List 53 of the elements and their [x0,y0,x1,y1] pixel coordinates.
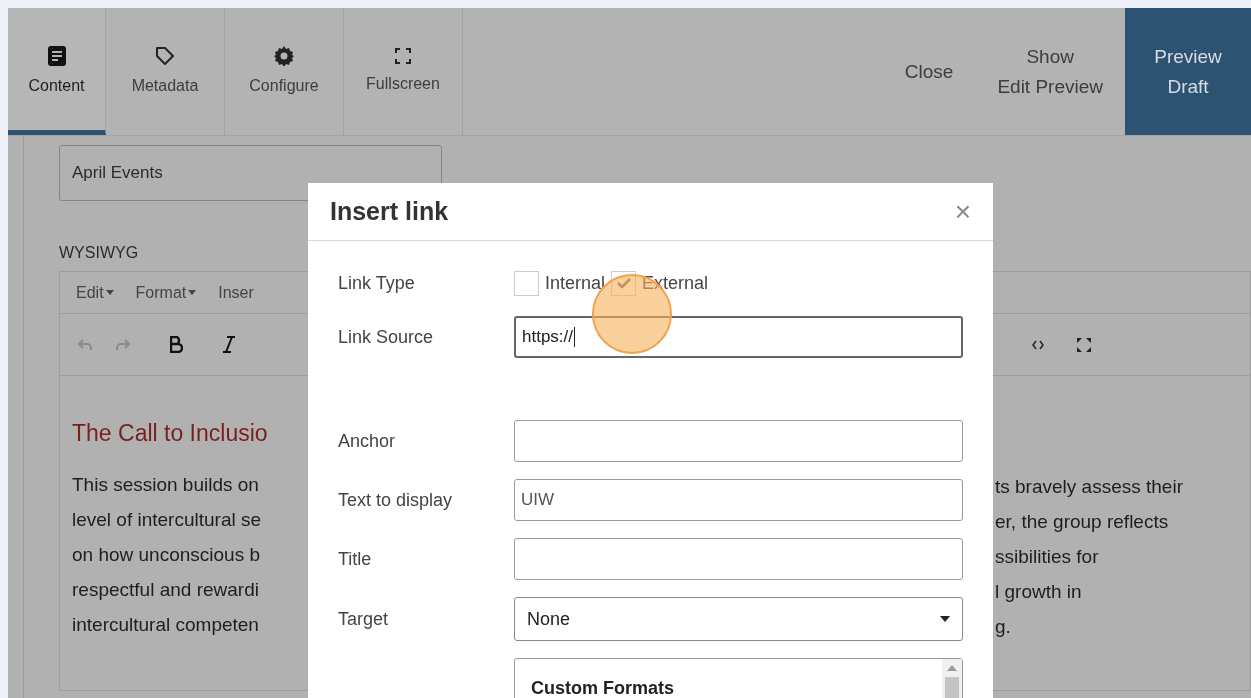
caret-icon [940,616,950,622]
input-field[interactable]: https:// [514,316,963,358]
tab[interactable]: Metadata [106,8,225,135]
field-label: Link Source [338,325,435,349]
gear-icon [274,45,294,66]
input-field[interactable] [514,420,963,462]
code-icon[interactable] [1032,339,1044,350]
content-heading: The Call to Inclusio [72,419,268,448]
checkbox[interactable] [611,270,637,296]
field-label: Target [338,607,390,631]
close-button[interactable]: × [954,197,971,226]
checkbox[interactable] [514,270,539,296]
field-label: Link Type [338,271,416,295]
scroll-up-icon[interactable] [947,665,957,671]
field-label: Title [338,547,373,571]
input-field[interactable]: UIW [514,479,963,521]
tag-icon [155,45,175,66]
option-label: Internal [545,271,606,295]
redo-icon[interactable] [116,338,130,351]
field-label: Text to display [338,488,454,512]
target-select[interactable]: None [514,597,963,641]
toolbar-button[interactable]: Show Edit Preview [977,8,1123,135]
caret-icon [105,290,114,295]
body-text: respectful and rewardi [72,577,259,602]
expand-icon [395,47,411,64]
checkmark-icon [616,277,631,289]
tab[interactable]: Content [8,8,106,135]
body-text: ssibilities for [995,545,1099,569]
toolbar-button[interactable]: Close [884,8,974,135]
body-text: intercultural competen [72,612,259,637]
menu-item[interactable]: Format [135,280,197,305]
input-field[interactable] [514,538,963,580]
body-text: l growth in [995,580,1082,604]
preview-draft-button[interactable]: Preview Draft [1125,8,1251,135]
body-text: ts bravely assess their [995,475,1183,499]
tab[interactable]: Configure [225,8,344,135]
document-icon [47,45,66,66]
body-text: This session builds on [72,472,259,497]
body-text: g. [995,615,1011,639]
caret-icon [188,290,197,295]
body-text: er, the group reflects [995,510,1169,534]
field-label: Anchor [338,429,397,453]
italic-icon[interactable] [223,336,235,353]
menu-item[interactable]: Inser [218,280,254,305]
body-text: level of intercultural se [72,507,262,532]
format-list[interactable]: Custom Formats [514,658,963,698]
undo-icon[interactable] [78,338,92,351]
bold-icon[interactable] [170,336,183,353]
body-text: on how unconscious b [72,542,260,567]
tab[interactable]: Fullscreen [344,8,463,135]
fullscreen-icon[interactable] [1076,336,1092,353]
menu-item[interactable]: Edit [76,280,114,305]
field-label: WYSIWYG [59,243,139,263]
